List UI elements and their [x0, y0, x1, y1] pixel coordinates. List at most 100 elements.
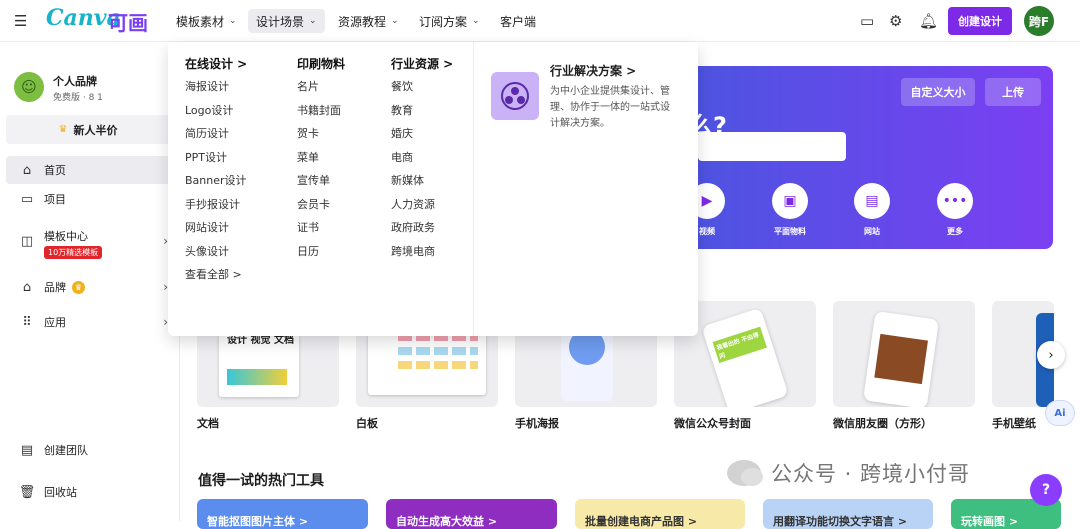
tool-label: 用翻译功能切换文字语言 >	[773, 515, 908, 528]
nav-label: 设计场景	[256, 14, 305, 29]
home-icon: ⌂	[22, 162, 32, 178]
avatar[interactable]: 跨F	[1024, 6, 1054, 36]
dropdown-item[interactable]: 餐饮	[391, 75, 453, 99]
nav-label: 客户端	[500, 14, 537, 29]
solution-icon[interactable]	[491, 72, 539, 120]
people-icon	[501, 82, 529, 110]
trash-icon: 🗑︎	[18, 484, 36, 500]
dropdown-item[interactable]: 贺卡	[297, 122, 345, 146]
dropdown-item[interactable]: 新媒体	[391, 169, 453, 193]
top-bar: ☰ Canva 可画 模板素材 ⌄ 设计场景 ⌄ 资源教程 ⌄ 订阅方案 ⌄ 客户端 ▭…	[0, 0, 1080, 42]
dropdown-header[interactable]: 在线设计 >	[185, 55, 247, 75]
tool-card[interactable]: 批量创建电商产品图 >	[575, 499, 745, 529]
doc-thumb-chart	[227, 369, 287, 385]
ai-assistant-button[interactable]: Ai	[1045, 400, 1075, 426]
website-icon[interactable]: ▤	[854, 183, 890, 219]
user-avatar[interactable]: ☺	[14, 72, 44, 102]
whiteboard-row	[398, 361, 478, 369]
dropdown-item[interactable]: 证书	[297, 216, 345, 240]
watermark-text: 公众号 · 跨境小付哥	[771, 462, 971, 486]
dropdown-header[interactable]: 行业资源 >	[391, 55, 453, 75]
wechat-thumb-text: 我看出的 不由得问	[712, 326, 767, 364]
card-label: 手机海报	[515, 417, 559, 430]
menu-icon[interactable]: ☰	[14, 12, 27, 30]
dropdown-item[interactable]: 头像设计	[185, 240, 247, 264]
sidebar-item-create-team[interactable]: ▤ 创建团队	[6, 436, 170, 464]
dropdown-divider	[473, 42, 474, 336]
tool-card[interactable]: 自动生成高大效益 >	[386, 499, 557, 529]
dropdown-item[interactable]: 网站设计	[185, 216, 247, 240]
nav-label: 订阅方案	[419, 14, 468, 29]
team-icon: ▤	[20, 442, 34, 458]
crown-icon: ♛	[72, 280, 85, 294]
dropdown-item[interactable]: Logo设计	[185, 99, 247, 123]
card-label: 微信公众号封面	[674, 417, 751, 430]
dropdown-item[interactable]: PPT设计	[185, 146, 247, 170]
more-icon[interactable]: •••	[937, 183, 973, 219]
gear-icon[interactable]: ⚙	[889, 12, 902, 30]
nav-resources[interactable]: 资源教程 ⌄	[330, 9, 407, 33]
phone-thumb	[863, 310, 939, 407]
dropdown-item[interactable]: 简历设计	[185, 122, 247, 146]
dropdown-item[interactable]: 宣传单	[297, 169, 345, 193]
dropdown-item[interactable]: 跨境电商	[391, 240, 453, 264]
quick-label: 更多	[947, 227, 963, 236]
bell-icon[interactable]: 🔔︎	[919, 12, 938, 30]
tool-label: 玩转画图 >	[961, 515, 1019, 528]
canva-logo-cn[interactable]: 可画	[108, 7, 148, 36]
nav-templates[interactable]: 模板素材 ⌄	[168, 9, 245, 33]
new-user-half-price-button[interactable]: ♛ 新人半价	[6, 115, 170, 144]
search-input[interactable]	[698, 132, 846, 161]
solution-title[interactable]: 行业解决方案 >	[550, 62, 636, 79]
design-card-moments[interactable]	[833, 301, 975, 407]
quick-label: 平面物料	[774, 227, 806, 236]
nav-design-scenes[interactable]: 设计场景 ⌄	[248, 9, 325, 33]
folder-icon: ▭	[20, 191, 34, 207]
help-button[interactable]: ?	[1030, 474, 1062, 506]
card-label: 手机壁纸	[992, 417, 1036, 430]
dropdown-item[interactable]: 书籍封面	[297, 99, 345, 123]
dropdown-item[interactable]: 海报设计	[185, 75, 247, 99]
nav-plans[interactable]: 订阅方案 ⌄	[411, 9, 488, 33]
custom-size-button[interactable]: 自定义大小	[901, 78, 975, 106]
sidebar: ☺ 个人品牌 免费版 · 8 1 ♛ 新人半价 ⌂ 首页 ▭ 项目 ◫ 模板中心 10万…	[0, 42, 180, 521]
dropdown-item[interactable]: 人力资源	[391, 193, 453, 217]
dropdown-item[interactable]: Banner设计	[185, 169, 247, 193]
dropdown-item[interactable]: 教育	[391, 99, 453, 123]
card-label: 微信朋友圈（方形）	[833, 417, 932, 430]
sidebar-item-templates[interactable]: ◫ 模板中心 10万精选模板 ›	[6, 224, 170, 264]
create-design-button[interactable]: 创建设计	[948, 7, 1012, 35]
user-name[interactable]: 个人品牌	[53, 73, 97, 89]
nav-label: 资源教程	[338, 14, 387, 29]
sidebar-item-apps[interactable]: ⠿ 应用 ›	[6, 308, 170, 336]
dropdown-item[interactable]: 电商	[391, 146, 453, 170]
dropdown-item[interactable]: 会员卡	[297, 193, 345, 217]
wechat-icon	[727, 460, 763, 486]
print-icon[interactable]: ▣	[772, 183, 808, 219]
sidebar-item-trash[interactable]: 🗑︎ 回收站	[6, 478, 170, 506]
nav-client[interactable]: 客户端	[492, 9, 544, 33]
sidebar-item-label: 模板中心	[44, 230, 88, 243]
dropdown-item[interactable]: 菜单	[297, 146, 345, 170]
dropdown-item[interactable]: 政府政务	[391, 216, 453, 240]
upload-button[interactable]: 上传	[985, 78, 1041, 106]
sidebar-item-label: 回收站	[44, 486, 77, 499]
sidebar-item-brand[interactable]: ⌂ 品牌 ♛ ›	[6, 273, 170, 301]
dropdown-item[interactable]: 手抄报设计	[185, 193, 247, 217]
desktop-icon[interactable]: ▭	[860, 12, 874, 30]
dropdown-item[interactable]: 婚庆	[391, 122, 453, 146]
tool-card[interactable]: 用翻译功能切换文字语言 >	[763, 499, 933, 529]
tool-label: 自动生成高大效益 >	[396, 515, 498, 528]
phone-thumb: 我看出的 不由得问	[701, 307, 789, 407]
carousel-next-button[interactable]: ›	[1037, 341, 1065, 369]
dropdown-item[interactable]: 日历	[297, 240, 345, 264]
whiteboard-row	[398, 347, 478, 355]
hot-badge: 10万精选模板	[44, 246, 103, 259]
dropdown-item[interactable]: 名片	[297, 75, 345, 99]
hot-tools-title: 值得一试的热门工具	[198, 473, 324, 489]
view-all-link[interactable]: 查看全部 >	[185, 263, 247, 287]
sidebar-item-projects[interactable]: ▭ 项目	[6, 185, 170, 213]
tool-card[interactable]: 智能抠图图片主体 >	[197, 499, 368, 529]
sidebar-item-home[interactable]: ⌂ 首页	[6, 156, 170, 184]
sidebar-item-label: 创建团队	[44, 444, 88, 457]
